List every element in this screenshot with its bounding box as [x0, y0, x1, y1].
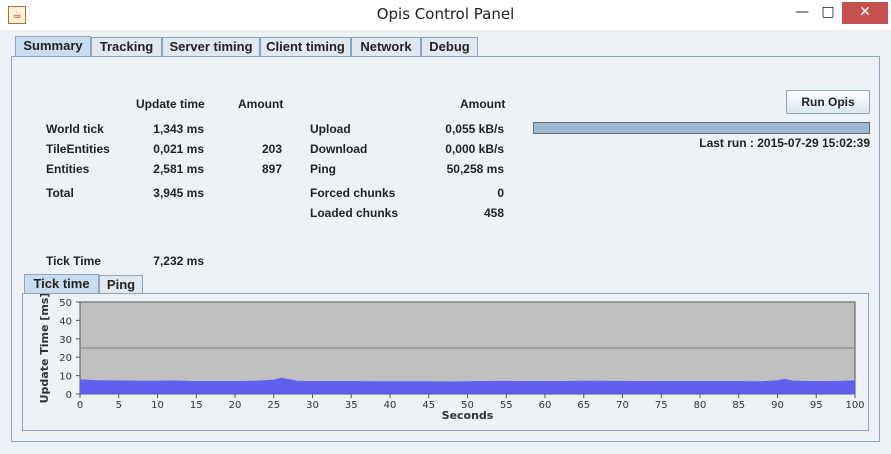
x-tick-label: 65 — [577, 400, 590, 411]
network-row-label: Ping — [310, 162, 336, 176]
network-row-label: Upload — [310, 122, 351, 136]
y-tick-label: 10 — [59, 372, 72, 383]
timing-row-amount: 897 — [261, 162, 282, 176]
window-title: Opis Control Panel — [376, 5, 515, 23]
tick-time-chart: 010203040500 5 10 15 20 25 30 35 40 45 50 55 60 65 70 7… — [38, 294, 865, 422]
chunk-row-value: 458 — [483, 206, 504, 220]
chunk-row-label: Forced chunks — [310, 186, 396, 200]
x-tick-label: 20 — [229, 400, 242, 411]
close-button[interactable]: ✕ — [842, 2, 888, 24]
network-row-value: 50,258 ms — [446, 162, 504, 176]
x-tick-label: 35 — [345, 400, 358, 411]
y-tick-label: 0 — [66, 390, 72, 401]
x-tick-label: 10 — [151, 400, 164, 411]
x-tick-label: 100 — [845, 400, 864, 411]
tab-debug[interactable]: Debug — [421, 37, 478, 56]
update-time-header: Update time — [136, 97, 205, 111]
subtab-tick-time[interactable]: Tick time — [24, 274, 99, 294]
x-axis-label: Seconds — [442, 409, 494, 422]
minimize-button[interactable]: — — [790, 2, 814, 24]
y-tick-label: 40 — [59, 316, 72, 327]
x-tick-label: 80 — [694, 400, 707, 411]
tab-client-timing[interactable]: Client timing — [260, 37, 351, 56]
x-tick-label: 75 — [655, 400, 668, 411]
amount-header: Amount — [238, 97, 284, 111]
tab-network[interactable]: Network — [351, 37, 421, 56]
timing-row-label: Entities — [46, 162, 90, 176]
total-time: 3,945 ms — [153, 186, 204, 200]
tick-time-label: Tick Time — [46, 254, 101, 268]
x-tick-label: 30 — [306, 400, 319, 411]
window: ☕ Opis Control Panel — □ ✕ Summary Track… — [0, 0, 891, 454]
x-tick-label: 60 — [539, 400, 552, 411]
chart-panel: 0 10 20 30 40 50 0 5 10 15 20 25 30 35 40 45 50 55 60 65 70 7… — [22, 293, 869, 431]
total-label: Total — [46, 186, 74, 200]
last-run-label: Last run : 2015-07-29 15:02:39 — [699, 136, 870, 150]
run-progress-bar — [533, 122, 870, 134]
x-tick-label: 55 — [500, 400, 513, 411]
progress-fill — [534, 123, 869, 133]
network-row-value: 0,055 kB/s — [445, 122, 504, 136]
y-tick-label: 50 — [59, 298, 72, 309]
y-axis-label: Update Time [ms] — [38, 294, 51, 403]
x-tick-label: 5 — [116, 400, 122, 411]
network-row-value: 0,000 kB/s — [445, 142, 504, 156]
subtab-ping[interactable]: Ping — [99, 275, 143, 294]
tab-server-timing[interactable]: Server timing — [162, 37, 260, 56]
tab-tracking[interactable]: Tracking — [91, 37, 162, 56]
timing-row-time: 1,343 ms — [153, 122, 204, 136]
timing-row-label: World tick — [46, 122, 104, 136]
chunk-row-label: Loaded chunks — [310, 206, 399, 220]
x-tick-label: 90 — [771, 400, 784, 411]
y-tick-label: 30 — [59, 335, 72, 346]
x-tick-label: 40 — [384, 400, 397, 411]
x-tick-label: 0 — [77, 400, 83, 411]
chunk-row-value: 0 — [497, 186, 504, 200]
run-opis-button[interactable]: Run Opis — [786, 90, 870, 114]
x-tick-label: 45 — [422, 400, 435, 411]
x-tick-label: 15 — [190, 400, 203, 411]
x-tick-label: 95 — [810, 400, 823, 411]
x-tick-label: 85 — [732, 400, 745, 411]
x-tick-label: 25 — [267, 400, 280, 411]
network-amount-header: Amount — [460, 97, 506, 111]
timing-row-amount: 203 — [261, 142, 282, 156]
tab-summary[interactable]: Summary — [15, 36, 91, 57]
title-bar: ☕ Opis Control Panel — □ ✕ — [0, 0, 891, 30]
y-tick-label: 20 — [59, 353, 72, 364]
x-tick-label: 70 — [616, 400, 629, 411]
timing-row-time: 0,021 ms — [153, 142, 204, 156]
maximize-button[interactable]: □ — [816, 2, 840, 24]
tick-time-value: 7,232 ms — [153, 254, 204, 268]
main-content: Summary Tracking Server timing Client ti… — [4, 30, 887, 450]
timing-row-time: 2,581 ms — [153, 162, 204, 176]
network-row-label: Download — [310, 142, 368, 156]
timing-row-label: TileEntities — [46, 142, 110, 156]
